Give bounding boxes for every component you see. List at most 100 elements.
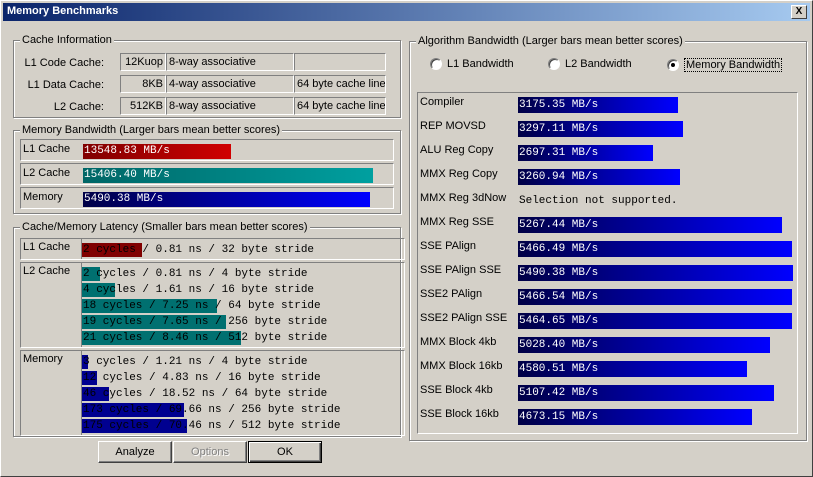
latency-section: L2 Cache 2 cycles / 0.81 ns / 4 byte stri…	[20, 262, 405, 348]
latency-text: 175 cycles / 70.46 ns / 512 byte stride	[83, 420, 341, 432]
algorithm-row: REP MOVSD 3297.11 MB/s	[418, 118, 797, 142]
algorithm-value: 2697.31 MB/s	[519, 147, 599, 159]
latency-text: 4 cycles / 1.61 ns / 16 byte stride	[83, 284, 315, 296]
algorithm-label: MMX Reg SSE	[420, 216, 494, 228]
latency-text: 2 cycles / 0.81 ns / 32 byte stride	[83, 244, 315, 256]
bandwidth-row: L2 Cache 15406.40 MB/s	[20, 163, 394, 185]
radio-circle-icon	[667, 59, 679, 71]
bandwidth-row-label: Memory	[23, 191, 63, 203]
memory-bandwidth-legend: Memory Bandwidth (Larger bars mean bette…	[20, 124, 282, 136]
bandwidth-value: 5490.38 MB/s	[84, 193, 164, 205]
algorithm-option-radio[interactable]: Memory Bandwidth	[667, 58, 783, 72]
algorithm-label: SSE PAlign	[420, 240, 477, 252]
latency-section: L1 Cache 2 cycles / 0.81 ns / 32 byte str…	[20, 238, 405, 260]
algorithm-value: 3260.94 MB/s	[519, 171, 599, 183]
cache-information-group: Cache Information L1 Code Cache: 12Kuop 8-…	[13, 34, 401, 118]
algorithm-row: Compiler 3175.35 MB/s	[418, 94, 797, 118]
algorithm-value: 5267.44 MB/s	[519, 219, 599, 231]
algorithm-option-radio[interactable]: L2 Bandwidth	[548, 58, 632, 70]
algorithm-row: SSE2 PAlign SSE 5464.65 MB/s	[418, 310, 797, 334]
latency-text: 3 cycles / 1.21 ns / 4 byte stride	[83, 356, 308, 368]
cache-associativity-field: 4-way associative	[166, 75, 294, 93]
algorithm-label: MMX Block 4kb	[420, 336, 497, 348]
latency-line: 2 cycles / 0.81 ns / 4 byte stride	[82, 266, 400, 282]
cache-info-row: L2 Cache: 512KB 8-way associative 64 byte c…	[14, 97, 400, 117]
latency-section-label: Memory	[23, 353, 63, 365]
bandwidth-row-label: L2 Cache	[23, 167, 71, 179]
latency-line: 173 cycles / 69.66 ns / 256 byte stride	[82, 402, 400, 418]
algorithm-option-label: L2 Bandwidth	[565, 58, 632, 70]
algorithm-row: SSE PAlign SSE 5490.38 MB/s	[418, 262, 797, 286]
memory-bandwidth-group: Memory Bandwidth (Larger bars mean bette…	[13, 124, 401, 214]
algorithm-label: MMX Block 16kb	[420, 360, 503, 372]
analyze-button-label: Analyze	[115, 446, 155, 458]
algorithm-row: SSE PAlign 5466.49 MB/s	[418, 238, 797, 262]
memory-benchmarks-window: Memory Benchmarks X Cache Information L1…	[0, 0, 813, 477]
algorithm-label: MMX Reg 3dNow	[420, 192, 507, 204]
latency-line: 4 cycles / 1.61 ns / 16 byte stride	[82, 282, 400, 298]
algorithm-value: 5466.54 MB/s	[519, 291, 599, 303]
algorithm-row: MMX Reg Copy 3260.94 MB/s	[418, 166, 797, 190]
bandwidth-row-label: L1 Cache	[23, 143, 71, 155]
ok-button-label: OK	[277, 446, 293, 458]
algorithm-option-radio[interactable]: L1 Bandwidth	[430, 58, 514, 70]
algorithm-row: SSE Block 4kb 5107.42 MB/s	[418, 382, 797, 406]
options-button[interactable]: Options	[173, 441, 247, 463]
radio-circle-icon	[430, 58, 442, 70]
cache-info-label: L1 Data Cache:	[27, 79, 104, 91]
algorithm-value: Selection not supported.	[519, 195, 678, 207]
latency-text: 18 cycles / 7.25 ns / 64 byte stride	[83, 300, 321, 312]
bandwidth-value: 13548.83 MB/s	[84, 145, 170, 157]
algorithm-row: MMX Block 16kb 4580.51 MB/s	[418, 358, 797, 382]
latency-group: Cache/Memory Latency (Smaller bars mean …	[13, 221, 405, 437]
cache-size-field: 8KB	[120, 75, 166, 93]
cache-line-field: 64 byte cache line	[294, 75, 386, 93]
cache-info-label: L1 Code Cache:	[24, 57, 105, 69]
algorithm-value: 3175.35 MB/s	[519, 99, 599, 111]
algorithm-value: 5464.65 MB/s	[519, 315, 599, 327]
algorithm-value: 3297.11 MB/s	[519, 123, 599, 135]
ok-button[interactable]: OK	[248, 441, 322, 463]
latency-section-label: L2 Cache	[23, 265, 71, 277]
cache-associativity-field: 8-way associative	[166, 53, 294, 71]
latency-text: 46 cycles / 18.52 ns / 64 byte stride	[83, 388, 328, 400]
analyze-button[interactable]: Analyze	[98, 441, 172, 463]
latency-line: 46 cycles / 18.52 ns / 64 byte stride	[82, 386, 400, 402]
cache-associativity-field: 8-way associative	[166, 97, 294, 115]
bandwidth-value: 15406.40 MB/s	[84, 169, 170, 181]
latency-section-label: L1 Cache	[23, 241, 71, 253]
algorithm-row: SSE Block 16kb 4673.15 MB/s	[418, 406, 797, 430]
algorithm-label: REP MOVSD	[420, 120, 486, 132]
algorithm-label: SSE Block 16kb	[420, 408, 499, 420]
algorithm-row: MMX Block 4kb 5028.40 MB/s	[418, 334, 797, 358]
algorithm-label: SSE PAlign SSE	[420, 264, 502, 276]
latency-text: 2 cycles / 0.81 ns / 4 byte stride	[83, 268, 308, 280]
window-title: Memory Benchmarks	[7, 5, 119, 17]
latency-text: 21 cycles / 8.46 ns / 512 byte stride	[83, 332, 328, 344]
algorithm-label: SSE2 PAlign SSE	[420, 312, 508, 324]
cache-line-field	[294, 53, 386, 71]
algorithm-value: 5028.40 MB/s	[519, 339, 599, 351]
latency-legend: Cache/Memory Latency (Smaller bars mean …	[20, 221, 310, 233]
title-bar[interactable]: Memory Benchmarks X	[3, 3, 810, 21]
cache-information-legend: Cache Information	[20, 34, 114, 46]
bandwidth-row: L1 Cache 13548.83 MB/s	[20, 139, 394, 161]
close-button[interactable]: X	[791, 5, 807, 19]
latency-line: 3 cycles / 1.21 ns / 4 byte stride	[82, 354, 400, 370]
cache-size-field: 12Kuop	[120, 53, 166, 71]
cache-info-row: L1 Data Cache: 8KB 4-way associative 64 byt…	[14, 75, 400, 95]
radio-circle-icon	[548, 58, 560, 70]
latency-line: 21 cycles / 8.46 ns / 512 byte stride	[82, 330, 400, 346]
latency-line: 12 cycles / 4.83 ns / 16 byte stride	[82, 370, 400, 386]
algorithm-value: 4580.51 MB/s	[519, 363, 599, 375]
algorithm-option-label: Memory Bandwidth	[684, 58, 783, 72]
cache-size-field: 512KB	[120, 97, 166, 115]
algorithm-row: MMX Reg 3dNow Selection not supported.	[418, 190, 797, 214]
algorithm-value: 5466.49 MB/s	[519, 243, 599, 255]
algorithm-value: 4673.15 MB/s	[519, 411, 599, 423]
algorithm-label: ALU Reg Copy	[420, 144, 494, 156]
algorithm-label: SSE Block 4kb	[420, 384, 493, 396]
latency-line: 18 cycles / 7.25 ns / 64 byte stride	[82, 298, 400, 314]
cache-line-field: 64 byte cache line	[294, 97, 386, 115]
algorithm-value: 5107.42 MB/s	[519, 387, 599, 399]
